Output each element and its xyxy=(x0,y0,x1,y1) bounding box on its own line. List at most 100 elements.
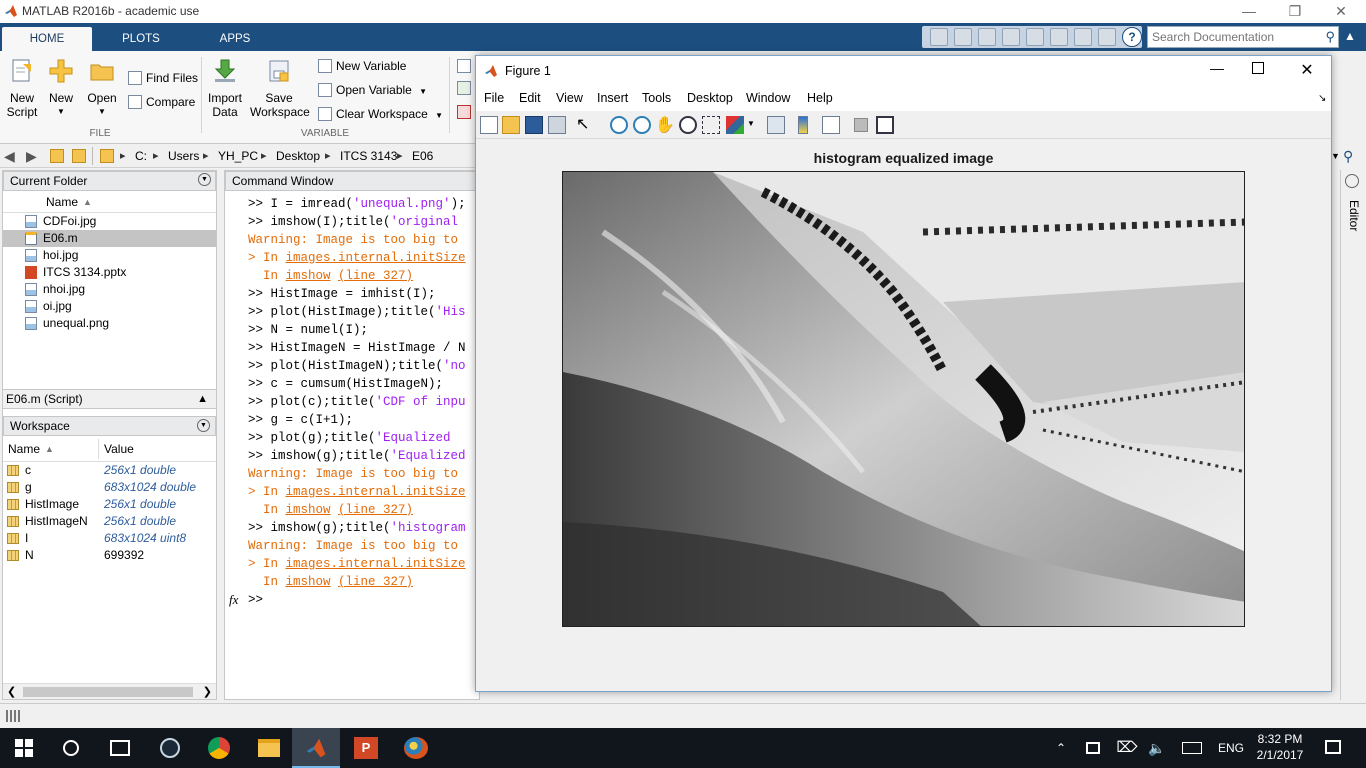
figure-minimize-button[interactable]: — xyxy=(1206,60,1228,76)
figure-maximize-button[interactable] xyxy=(1252,62,1264,74)
workspace-variable-row[interactable]: HistImage 256x1 double xyxy=(3,496,216,513)
figure-close-button[interactable]: ✕ xyxy=(1296,60,1318,80)
task-view-icon[interactable] xyxy=(110,740,130,756)
system-clock[interactable]: 8:32 PM 2/1/2017 xyxy=(1252,731,1308,763)
open-file-icon[interactable] xyxy=(502,116,520,134)
data-cursor-icon[interactable] xyxy=(702,116,720,134)
rotate-3d-icon[interactable] xyxy=(679,116,697,134)
volume-icon[interactable]: 🔈 xyxy=(1146,728,1168,768)
layout-icon[interactable] xyxy=(930,28,948,46)
file-list-item[interactable]: CDFoi.jpg xyxy=(3,213,216,230)
code-section-icon[interactable] xyxy=(457,105,471,119)
stack-link[interactable]: imshow xyxy=(286,269,331,283)
open-variable-dropdown-icon[interactable]: ▼ xyxy=(419,87,427,96)
workspace-column-header[interactable]: Name ▲ Value xyxy=(3,436,216,462)
fx-icon[interactable]: fx xyxy=(229,592,238,608)
new-dropdown-icon[interactable]: ▼ xyxy=(46,105,76,119)
insert-legend-icon[interactable] xyxy=(822,116,840,134)
horizontal-scrollbar[interactable]: ❮ ❯ xyxy=(3,683,216,699)
scroll-right-icon[interactable]: ❯ xyxy=(203,685,212,698)
panel-actions-icon[interactable]: ▼ xyxy=(197,419,210,432)
workspace-variable-row[interactable]: g 683x1024 double xyxy=(3,479,216,496)
link-plot-icon[interactable] xyxy=(767,116,785,134)
insert-colorbar-icon[interactable] xyxy=(798,116,808,134)
file-list-item[interactable]: E06.m xyxy=(3,230,216,247)
help-icon[interactable]: ? xyxy=(1122,27,1142,47)
cortana-search-icon[interactable] xyxy=(63,740,79,756)
compare-button[interactable]: Compare xyxy=(128,93,195,111)
back-icon[interactable]: ◀ xyxy=(4,148,15,165)
new-button[interactable]: New ▼ xyxy=(46,58,76,119)
brush-dropdown-icon[interactable]: ▼ xyxy=(747,119,755,128)
open-dropdown-icon[interactable]: ▼ xyxy=(86,105,118,119)
new-variable-button[interactable]: New Variable xyxy=(318,57,406,75)
file-list-item[interactable]: ITCS 3134.pptx xyxy=(3,264,216,281)
show-plot-tools-icon[interactable] xyxy=(876,116,894,134)
copy-icon[interactable] xyxy=(1002,28,1020,46)
current-folder-column-header[interactable]: Name ▲ xyxy=(3,191,216,213)
menu-help[interactable]: Help xyxy=(807,91,833,105)
wifi-icon[interactable]: ⌦ xyxy=(1116,728,1138,768)
search-icon[interactable]: ⚲ xyxy=(1325,29,1335,45)
scroll-left-icon[interactable]: ❮ xyxy=(7,685,16,698)
input-language[interactable]: ENG xyxy=(1214,728,1248,768)
file-explorer-icon[interactable] xyxy=(258,739,280,757)
details-bar[interactable]: E06.m (Script) ▲ xyxy=(3,389,216,409)
stack-link[interactable]: imshow xyxy=(286,503,331,517)
stack-line-link[interactable]: (line 327) xyxy=(338,575,413,589)
scrollbar-thumb[interactable] xyxy=(23,687,193,697)
search-documentation[interactable]: ⚲ xyxy=(1147,26,1339,48)
ribbon-collapse-icon[interactable]: ▲ xyxy=(1344,29,1356,43)
undo-icon[interactable] xyxy=(1050,28,1068,46)
breadcrumb-item[interactable]: Desktop xyxy=(276,149,320,163)
breadcrumb-item[interactable]: E06 xyxy=(412,149,433,163)
command-window[interactable]: Command Window >> I = imread('unequal.pn… xyxy=(224,170,480,700)
new-script-button[interactable]: New Script xyxy=(4,58,40,119)
breadcrumb-item[interactable]: ITCS 3143 xyxy=(340,149,397,163)
brush-icon[interactable] xyxy=(726,116,744,134)
show-hidden-icons-icon[interactable]: ⌃ xyxy=(1052,728,1070,768)
workspace-variable-row[interactable]: HistImageN 256x1 double xyxy=(3,513,216,530)
clear-workspace-dropdown-icon[interactable]: ▼ xyxy=(435,111,443,120)
action-center-icon[interactable] xyxy=(1325,740,1341,754)
workspace-variable-row[interactable]: N 699392 xyxy=(3,547,216,564)
tab-plots[interactable]: PLOTS xyxy=(94,27,188,51)
stack-link[interactable]: imshow xyxy=(286,575,331,589)
breadcrumb-item[interactable]: C: xyxy=(135,149,147,163)
panel-actions-icon[interactable] xyxy=(1345,174,1359,188)
save-icon[interactable] xyxy=(954,28,972,46)
clear-workspace-button[interactable]: Clear Workspace ▼ xyxy=(318,105,443,123)
chrome-icon[interactable] xyxy=(208,737,230,759)
restore-button[interactable]: ❐ xyxy=(1272,0,1318,23)
menu-window[interactable]: Window xyxy=(746,91,790,105)
edit-plot-cursor-icon[interactable]: ↖ xyxy=(576,116,589,134)
print-figure-icon[interactable] xyxy=(548,116,566,134)
close-button[interactable]: ✕ xyxy=(1318,0,1364,23)
editor-tab[interactable]: Editor xyxy=(1347,200,1361,231)
menu-file[interactable]: File xyxy=(484,91,504,105)
workspace-variable-row[interactable]: I 683x1024 uint8 xyxy=(3,530,216,547)
keyboard-icon[interactable] xyxy=(1182,742,1202,754)
equalized-landscape-image[interactable] xyxy=(562,171,1245,627)
address-search-icon[interactable]: ⚲ xyxy=(1343,148,1361,166)
code-section-icon[interactable] xyxy=(457,81,471,95)
paste-icon[interactable] xyxy=(1026,28,1044,46)
code-section-icon[interactable] xyxy=(457,59,471,73)
tab-home[interactable]: HOME xyxy=(2,27,92,51)
powerpoint-icon[interactable]: P xyxy=(354,737,378,759)
stack-link[interactable]: images.internal.initSize xyxy=(286,485,466,499)
menu-tools[interactable]: Tools xyxy=(642,91,671,105)
panel-actions-icon[interactable]: ▼ xyxy=(198,173,211,186)
paint-icon[interactable] xyxy=(404,737,428,759)
new-figure-icon[interactable] xyxy=(480,116,498,134)
pan-hand-icon[interactable]: ✋ xyxy=(655,115,675,135)
zoom-out-icon[interactable] xyxy=(633,116,651,134)
file-list-item[interactable]: unequal.png xyxy=(3,315,216,332)
minimize-button[interactable]: — xyxy=(1226,0,1272,23)
file-list-item[interactable]: oi.jpg xyxy=(3,298,216,315)
menu-view[interactable]: View xyxy=(556,91,583,105)
menu-insert[interactable]: Insert xyxy=(597,91,628,105)
tab-apps[interactable]: APPS xyxy=(190,27,280,51)
find-files-button[interactable]: Find Files xyxy=(128,69,198,87)
address-dropdown-icon[interactable]: ▼ xyxy=(1331,151,1340,161)
